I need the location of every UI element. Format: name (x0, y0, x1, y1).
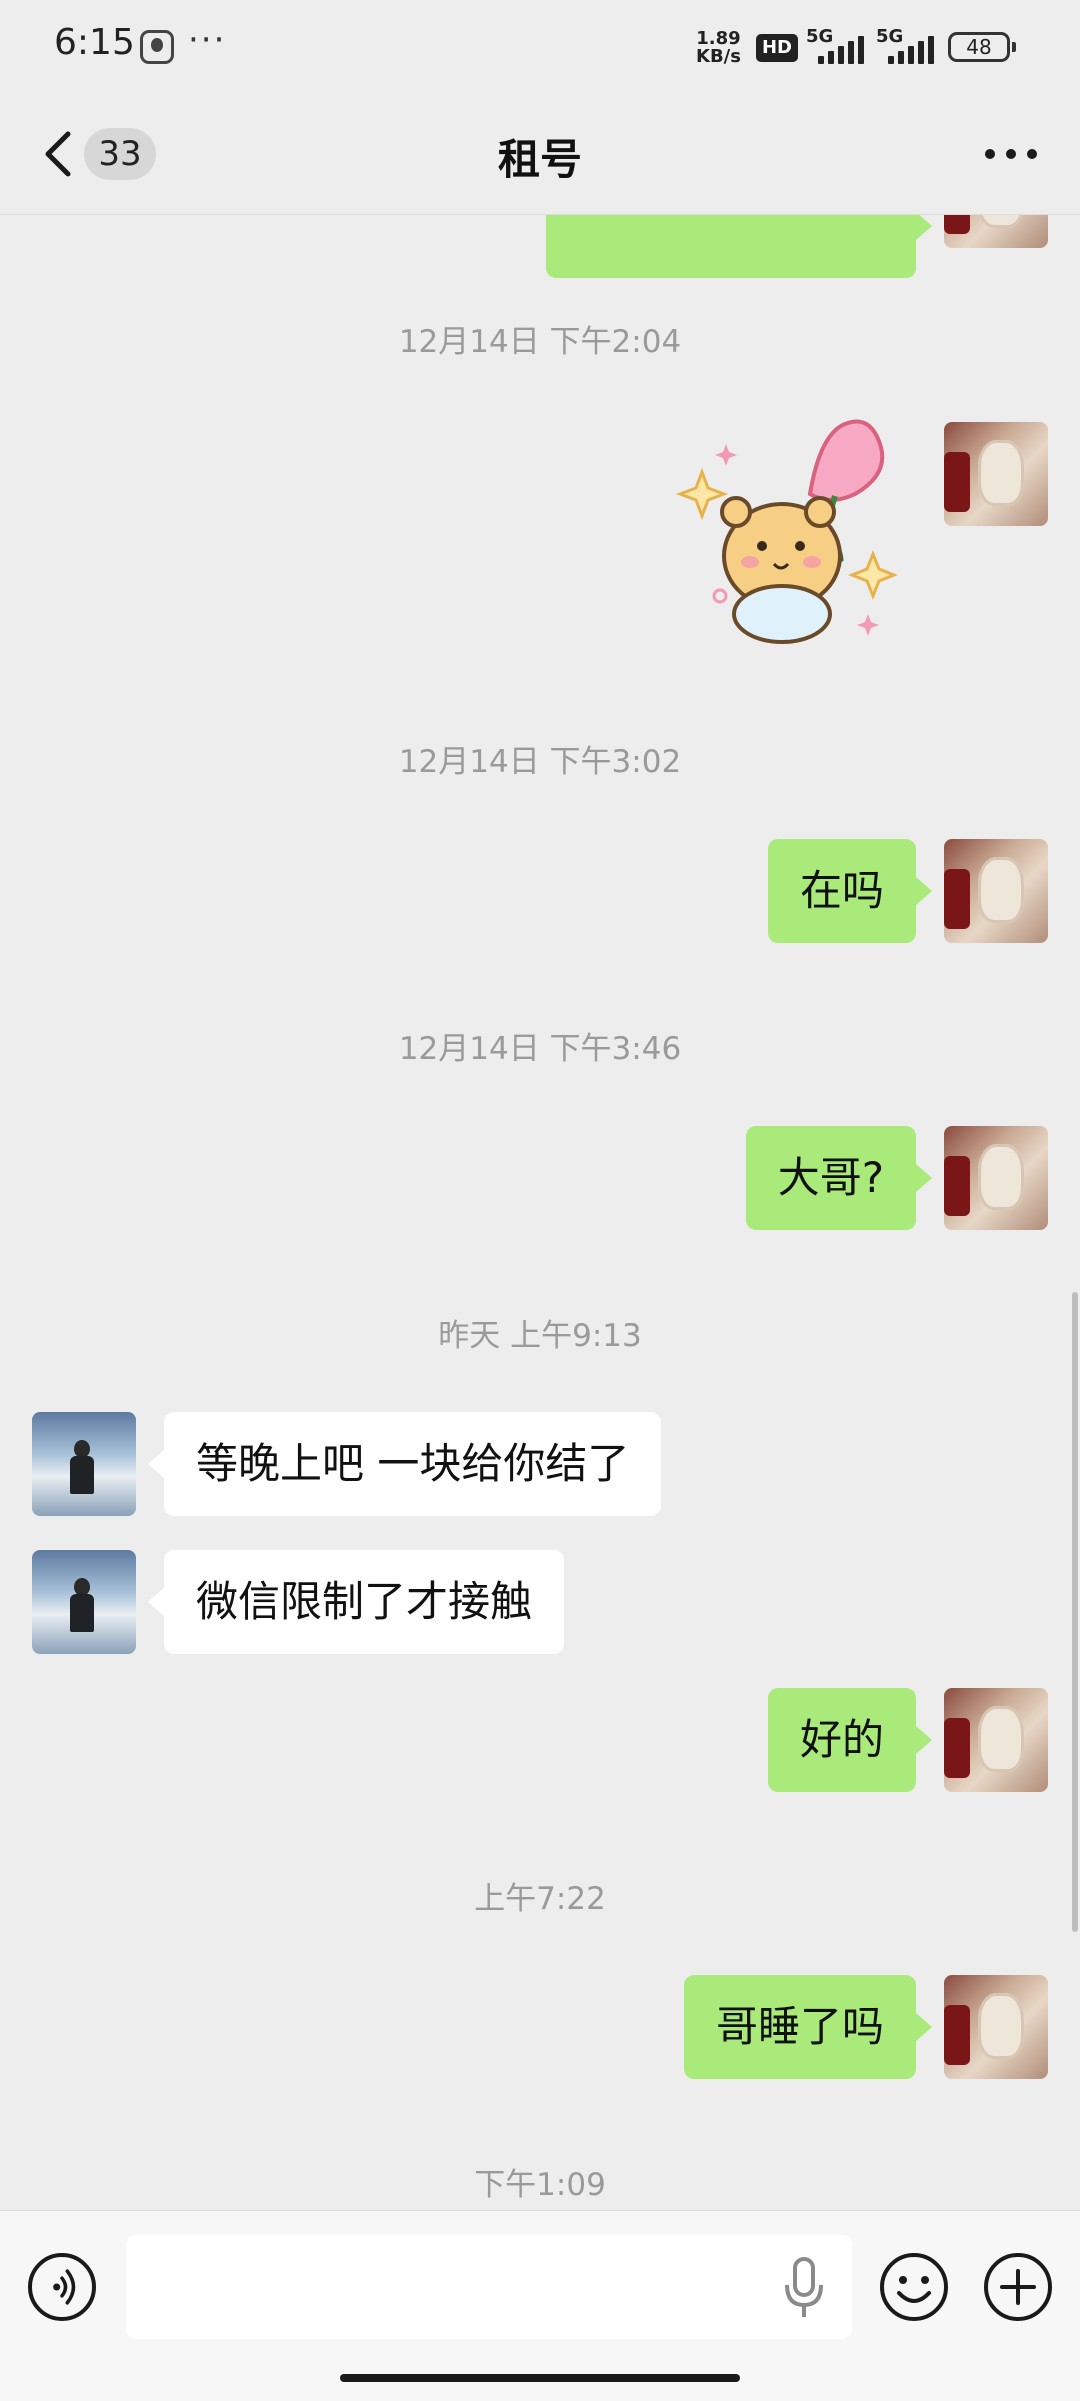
message-bubble-other[interactable]: 等晚上吧 一块给你结了 (147, 1412, 662, 1516)
chat-header: 33 租号 (0, 96, 1080, 215)
contact-avatar[interactable] (32, 1412, 136, 1516)
my-avatar[interactable] (944, 1975, 1048, 2079)
message-bubble-me[interactable]: 在吗 (767, 839, 933, 943)
network-speed: 1.89 KB/s (696, 30, 741, 66)
timestamp: 昨天 上午9:13 (438, 1318, 642, 1354)
signal-strength-icon-2 (888, 36, 936, 64)
my-avatar[interactable] (944, 214, 1048, 248)
timestamp: 12月14日 下午3:02 (398, 744, 682, 780)
chat-title: 租号 (497, 135, 582, 184)
emoji-icon[interactable] (878, 2251, 950, 2323)
signal-strength-icon (818, 36, 866, 64)
microphone-icon[interactable] (782, 2257, 826, 2319)
status-bar: 6:15 ··· 1.89 KB/s HD 5G 5G 48 (0, 0, 1080, 96)
home-indicator[interactable] (340, 2374, 740, 2382)
timestamp: 下午1:09 (474, 2167, 606, 2203)
network-speed-unit: KB/s (696, 46, 741, 67)
hd-voice-badge: HD (756, 34, 798, 62)
more-horizontal-icon[interactable] (976, 132, 1046, 176)
scrollbar[interactable] (1072, 1292, 1078, 1932)
my-avatar[interactable] (944, 1688, 1048, 1792)
message-input[interactable] (126, 2235, 852, 2339)
input-bar (0, 2210, 1080, 2401)
message-bubble-me[interactable]: 大哥? (745, 1126, 933, 1230)
plus-circle-icon[interactable] (982, 2251, 1054, 2323)
status-time: 6:15 (54, 22, 135, 63)
contact-avatar[interactable] (32, 1550, 136, 1654)
qq-notification-icon (140, 30, 174, 64)
voice-icon[interactable] (28, 2253, 96, 2321)
battery-icon: 48 (948, 32, 1016, 62)
message-list[interactable]: 12月14日 下午2:04 12月14日 下午3:02 在吗 12月14日 下午… (0, 214, 1080, 2210)
more-notifications-icon: ··· (188, 20, 227, 60)
message-bubble-me[interactable]: 哥睡了吗 (683, 1975, 933, 2079)
my-avatar[interactable] (944, 839, 1048, 943)
timestamp: 12月14日 下午3:46 (398, 1031, 682, 1067)
message-bubble-me[interactable]: 好的 (767, 1688, 933, 1792)
my-avatar[interactable] (944, 422, 1048, 526)
timestamp: 12月14日 下午2:04 (398, 324, 682, 360)
message-bubble-me-partial[interactable] (546, 214, 932, 278)
message-bubble-other[interactable]: 微信限制了才接触 (147, 1550, 565, 1654)
timestamp: 上午7:22 (474, 1881, 606, 1917)
bear-tulip-sticker[interactable] (670, 414, 920, 654)
my-avatar[interactable] (944, 1126, 1048, 1230)
